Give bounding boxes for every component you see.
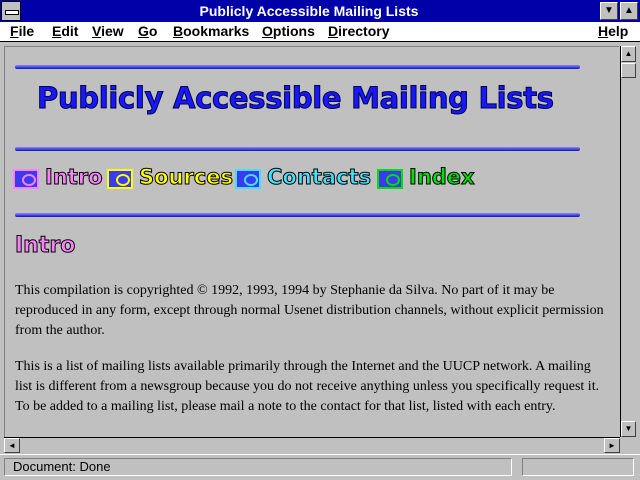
- horizontal-rule: [15, 65, 580, 69]
- minimize-button[interactable]: ▼: [600, 2, 618, 20]
- window-title: Publicly Accessible Mailing Lists: [199, 3, 419, 19]
- scroll-up-button[interactable]: ▲: [621, 46, 636, 62]
- intro-link-icon[interactable]: [13, 169, 39, 189]
- index-link-icon[interactable]: [377, 169, 403, 189]
- menu-file[interactable]: File: [10, 22, 34, 41]
- progress-indicator: [522, 458, 634, 476]
- menu-options[interactable]: Options: [262, 22, 315, 41]
- sources-link-icon[interactable]: [107, 169, 133, 189]
- menu-directory[interactable]: Directory: [328, 22, 389, 41]
- menu-help[interactable]: Help: [598, 22, 628, 41]
- nav-link-contacts[interactable]: Contacts: [267, 165, 372, 190]
- scrollbar-corner: [620, 437, 636, 453]
- maximize-button[interactable]: ▲: [620, 2, 638, 20]
- nav-link-sources[interactable]: Sources: [138, 165, 233, 190]
- vertical-scrollbar[interactable]: ▲ ▼: [620, 46, 636, 437]
- copyright-paragraph: This compilation is copyrighted © 1992, …: [15, 283, 604, 338]
- intro-paragraph: This is a list of mailing lists availabl…: [15, 359, 600, 414]
- menu-bar: File Edit View Go Bookmarks Options Dire…: [0, 22, 640, 42]
- horizontal-rule: [15, 213, 580, 217]
- horizontal-scrollbar[interactable]: ◄ ►: [4, 437, 620, 453]
- system-menu-icon: [5, 10, 19, 15]
- scroll-right-button[interactable]: ►: [604, 438, 620, 453]
- title-bar: Publicly Accessible Mailing Lists ▼ ▲: [0, 0, 640, 22]
- menu-edit[interactable]: Edit: [52, 22, 78, 41]
- horizontal-rule: [15, 147, 580, 151]
- nav-bar: Intro Sources Contacts Index: [13, 165, 613, 195]
- system-menu-button[interactable]: [1, 1, 21, 21]
- section-heading: Intro: [14, 233, 76, 259]
- menu-go[interactable]: Go: [138, 22, 157, 41]
- scroll-down-button[interactable]: ▼: [621, 421, 636, 437]
- document-view[interactable]: Publicly Accessible Mailing Lists Intro …: [4, 46, 619, 437]
- status-text: Document: Done: [4, 458, 512, 476]
- contacts-link-icon[interactable]: [235, 169, 261, 189]
- menu-view[interactable]: View: [92, 22, 124, 41]
- page-title: Publicly Accessible Mailing Lists: [37, 81, 555, 116]
- menu-bookmarks[interactable]: Bookmarks: [173, 22, 249, 41]
- status-bar: Document: Done: [0, 454, 640, 480]
- nav-link-index[interactable]: Index: [409, 165, 476, 190]
- scroll-left-button[interactable]: ◄: [4, 438, 20, 453]
- nav-link-intro[interactable]: Intro: [45, 165, 104, 190]
- vertical-scroll-thumb[interactable]: [621, 63, 636, 78]
